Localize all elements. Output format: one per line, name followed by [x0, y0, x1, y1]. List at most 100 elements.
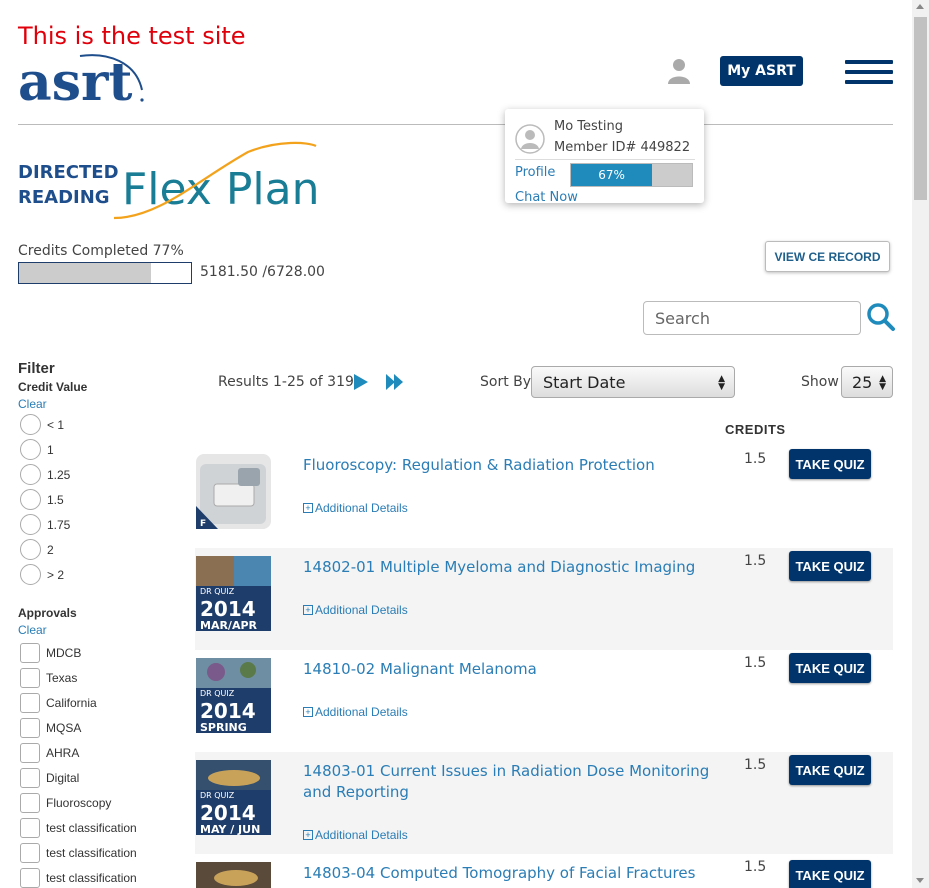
sort-by-value: Start Date	[543, 372, 626, 392]
checkbox[interactable]	[20, 793, 40, 813]
approval-option[interactable]: MDCB	[20, 643, 81, 663]
additional-details-label: Additional Details	[315, 501, 408, 515]
page-scrollbar[interactable]	[912, 0, 929, 888]
course-title[interactable]: 14810-02 Malignant Melanoma	[303, 659, 713, 680]
credit-option[interactable]: 1.5	[20, 489, 64, 510]
scroll-down-arrow-icon[interactable]	[916, 878, 924, 883]
checkbox[interactable]	[20, 768, 40, 788]
radio-button[interactable]	[20, 464, 41, 485]
radio-button[interactable]	[20, 539, 41, 560]
scroll-up-arrow-icon[interactable]	[916, 4, 924, 9]
badge-top: DR QUIZ	[200, 689, 235, 698]
approval-option[interactable]: Texas	[20, 668, 77, 688]
filter-title: Filter	[18, 360, 55, 377]
credit-option[interactable]: 1.25	[20, 464, 70, 485]
popup-divider	[515, 159, 695, 160]
search-input[interactable]	[643, 301, 861, 335]
course-thumbnail[interactable]: DR QUIZ 2014 MAY / JUN	[196, 760, 271, 836]
take-quiz-button[interactable]: TAKE QUIZ	[789, 449, 871, 479]
course-credit: 1.5	[744, 859, 767, 875]
user-icon[interactable]	[667, 58, 691, 89]
additional-details-link[interactable]: + Additional Details	[303, 705, 408, 719]
take-quiz-button[interactable]: TAKE QUIZ	[789, 860, 871, 888]
view-ce-record-button[interactable]: VIEW CE RECORD	[765, 241, 890, 272]
sort-by-select[interactable]: Start Date ▲ ▼	[531, 366, 735, 398]
approval-option[interactable]: MQSA	[20, 718, 81, 738]
checkbox[interactable]	[20, 668, 40, 688]
chat-now-link[interactable]: Chat Now	[515, 190, 578, 203]
last-page-icon[interactable]	[386, 374, 404, 395]
course-thumbnail[interactable]	[196, 862, 271, 888]
show-count-select[interactable]: 25 ▲ ▼	[841, 366, 893, 398]
approval-option[interactable]: California	[20, 693, 97, 713]
checkbox[interactable]	[20, 818, 40, 838]
next-page-icon[interactable]	[353, 374, 369, 395]
checkbox[interactable]	[20, 743, 40, 763]
approval-option[interactable]: Fluoroscopy	[20, 793, 111, 813]
profile-link[interactable]: Profile	[515, 165, 555, 180]
directed-reading-flexplan-logo: DIRECTED READING Flex Plan	[18, 140, 319, 229]
my-asrt-button[interactable]: My ASRT	[720, 56, 803, 86]
course-row: DR QUIZ 2014 MAR/APR 14802-01 Multiple M…	[195, 548, 893, 650]
approval-option[interactable]: Digital	[20, 768, 79, 788]
credit-option[interactable]: 1	[20, 439, 54, 460]
clear-credit-value-link[interactable]: Clear	[18, 397, 47, 411]
option-label: MQSA	[46, 721, 82, 735]
results-count: Results 1-25 of 319	[218, 374, 354, 390]
additional-details-link[interactable]: + Additional Details	[303, 828, 408, 842]
checkbox[interactable]	[20, 868, 40, 888]
menu-icon[interactable]	[845, 60, 893, 86]
course-title[interactable]: 14803-04 Computed Tomography of Facial F…	[303, 863, 713, 884]
course-thumbnail[interactable]: DR QUIZ 2014 SPRING	[196, 658, 271, 734]
option-label: test classification	[46, 846, 137, 860]
search-icon[interactable]	[866, 302, 896, 337]
radio-button[interactable]	[20, 439, 41, 460]
clear-approvals-link[interactable]: Clear	[18, 623, 47, 637]
course-thumbnail[interactable]: DR QUIZ 2014 MAR/APR	[196, 556, 271, 632]
credits-progress-bar	[18, 262, 192, 284]
take-quiz-button[interactable]: TAKE QUIZ	[789, 653, 871, 683]
radio-button[interactable]	[20, 414, 41, 435]
credit-option[interactable]: > 2	[20, 564, 64, 585]
take-quiz-button[interactable]: TAKE QUIZ	[789, 755, 871, 785]
checkbox[interactable]	[20, 693, 40, 713]
additional-details-link[interactable]: + Additional Details	[303, 603, 408, 617]
course-credit: 1.5	[744, 655, 767, 671]
course-title[interactable]: 14802-01 Multiple Myeloma and Diagnostic…	[303, 557, 713, 578]
badge-term: MAY / JUN	[200, 823, 260, 835]
page: This is the test site asrt My ASRT Mo Te…	[0, 0, 929, 888]
user-popup: Mo Testing Member ID# 449822 Profile 67%…	[505, 109, 704, 203]
checkbox[interactable]	[20, 643, 40, 663]
course-title[interactable]: Fluoroscopy: Regulation & Radiation Prot…	[303, 455, 713, 476]
radio-button[interactable]	[20, 564, 41, 585]
course-row: DR QUIZ 2014 MAY / JUN 14803-01 Current …	[195, 752, 893, 854]
member-name: Mo Testing	[554, 119, 624, 134]
take-quiz-button[interactable]: TAKE QUIZ	[789, 551, 871, 581]
checkbox[interactable]	[20, 843, 40, 863]
radio-button[interactable]	[20, 489, 41, 510]
credit-option[interactable]: 2	[20, 539, 54, 560]
credit-option[interactable]: 1.75	[20, 514, 70, 535]
badge-top: DR QUIZ	[200, 791, 235, 800]
approval-option[interactable]: test classification	[20, 843, 137, 863]
credit-value-heading: Credit Value	[18, 380, 88, 394]
approval-option[interactable]: test classification	[20, 868, 137, 888]
option-label: 1.25	[47, 467, 71, 482]
additional-details-link[interactable]: + Additional Details	[303, 501, 408, 515]
scrollbar-thumb[interactable]	[914, 17, 927, 200]
option-label: Texas	[46, 671, 78, 685]
credit-option[interactable]: < 1	[20, 414, 64, 435]
approval-option[interactable]: AHRA	[20, 743, 79, 763]
radio-button[interactable]	[20, 514, 41, 535]
checkbox[interactable]	[20, 718, 40, 738]
course-thumbnail[interactable]: F	[196, 454, 271, 529]
course-title[interactable]: 14803-01 Current Issues in Radiation Dos…	[303, 761, 713, 803]
course-credit: 1.5	[744, 451, 767, 467]
profile-progress-label: 67%	[571, 164, 653, 186]
option-label: < 1	[47, 417, 65, 432]
asrt-logo[interactable]: asrt	[18, 50, 146, 113]
show-count-value: 25	[852, 372, 873, 392]
badge-year: 2014	[200, 597, 256, 621]
approval-option[interactable]: test classification	[20, 818, 137, 838]
select-arrows-icon: ▲ ▼	[879, 374, 886, 392]
